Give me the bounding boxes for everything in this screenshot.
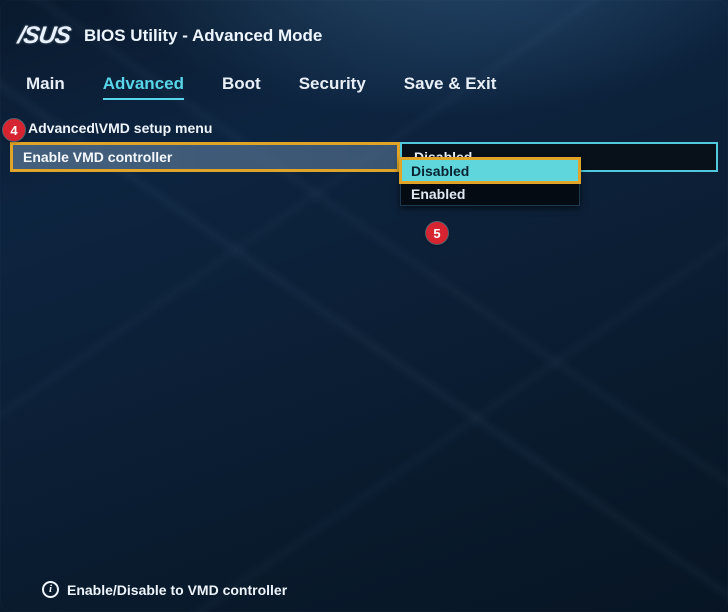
tab-main[interactable]: Main bbox=[26, 74, 65, 100]
tab-save-exit[interactable]: Save & Exit bbox=[404, 74, 497, 100]
setting-label-text: Enable VMD controller bbox=[23, 149, 172, 165]
content-area: Advanced\VMD setup menu Enable VMD contr… bbox=[0, 106, 728, 172]
dropdown-option-label: Disabled bbox=[411, 163, 469, 179]
setting-row-vmd[interactable]: Enable VMD controller Disabled bbox=[10, 142, 718, 172]
footer-hint: i Enable/Disable to VMD controller bbox=[0, 581, 728, 598]
tab-advanced[interactable]: Advanced bbox=[103, 74, 184, 100]
footer-hint-text: Enable/Disable to VMD controller bbox=[67, 582, 287, 598]
brand-logo: /SUS bbox=[16, 22, 72, 50]
callout-step-5: 5 bbox=[426, 222, 448, 244]
dropdown-menu: Disabled Enabled bbox=[400, 158, 580, 206]
breadcrumb: Advanced\VMD setup menu bbox=[10, 120, 718, 142]
dropdown-option-disabled[interactable]: Disabled bbox=[401, 159, 579, 182]
app-title: BIOS Utility - Advanced Mode bbox=[84, 26, 322, 46]
info-icon: i bbox=[42, 581, 59, 598]
tab-bar: Main Advanced Boot Security Save & Exit bbox=[0, 60, 728, 106]
tab-security[interactable]: Security bbox=[299, 74, 366, 100]
callout-step-4: 4 bbox=[3, 119, 25, 141]
header: /SUS BIOS Utility - Advanced Mode bbox=[0, 0, 728, 60]
tab-boot[interactable]: Boot bbox=[222, 74, 261, 100]
setting-label: Enable VMD controller bbox=[10, 142, 400, 172]
dropdown-option-label: Enabled bbox=[411, 186, 465, 202]
dropdown-option-enabled[interactable]: Enabled bbox=[401, 182, 579, 205]
